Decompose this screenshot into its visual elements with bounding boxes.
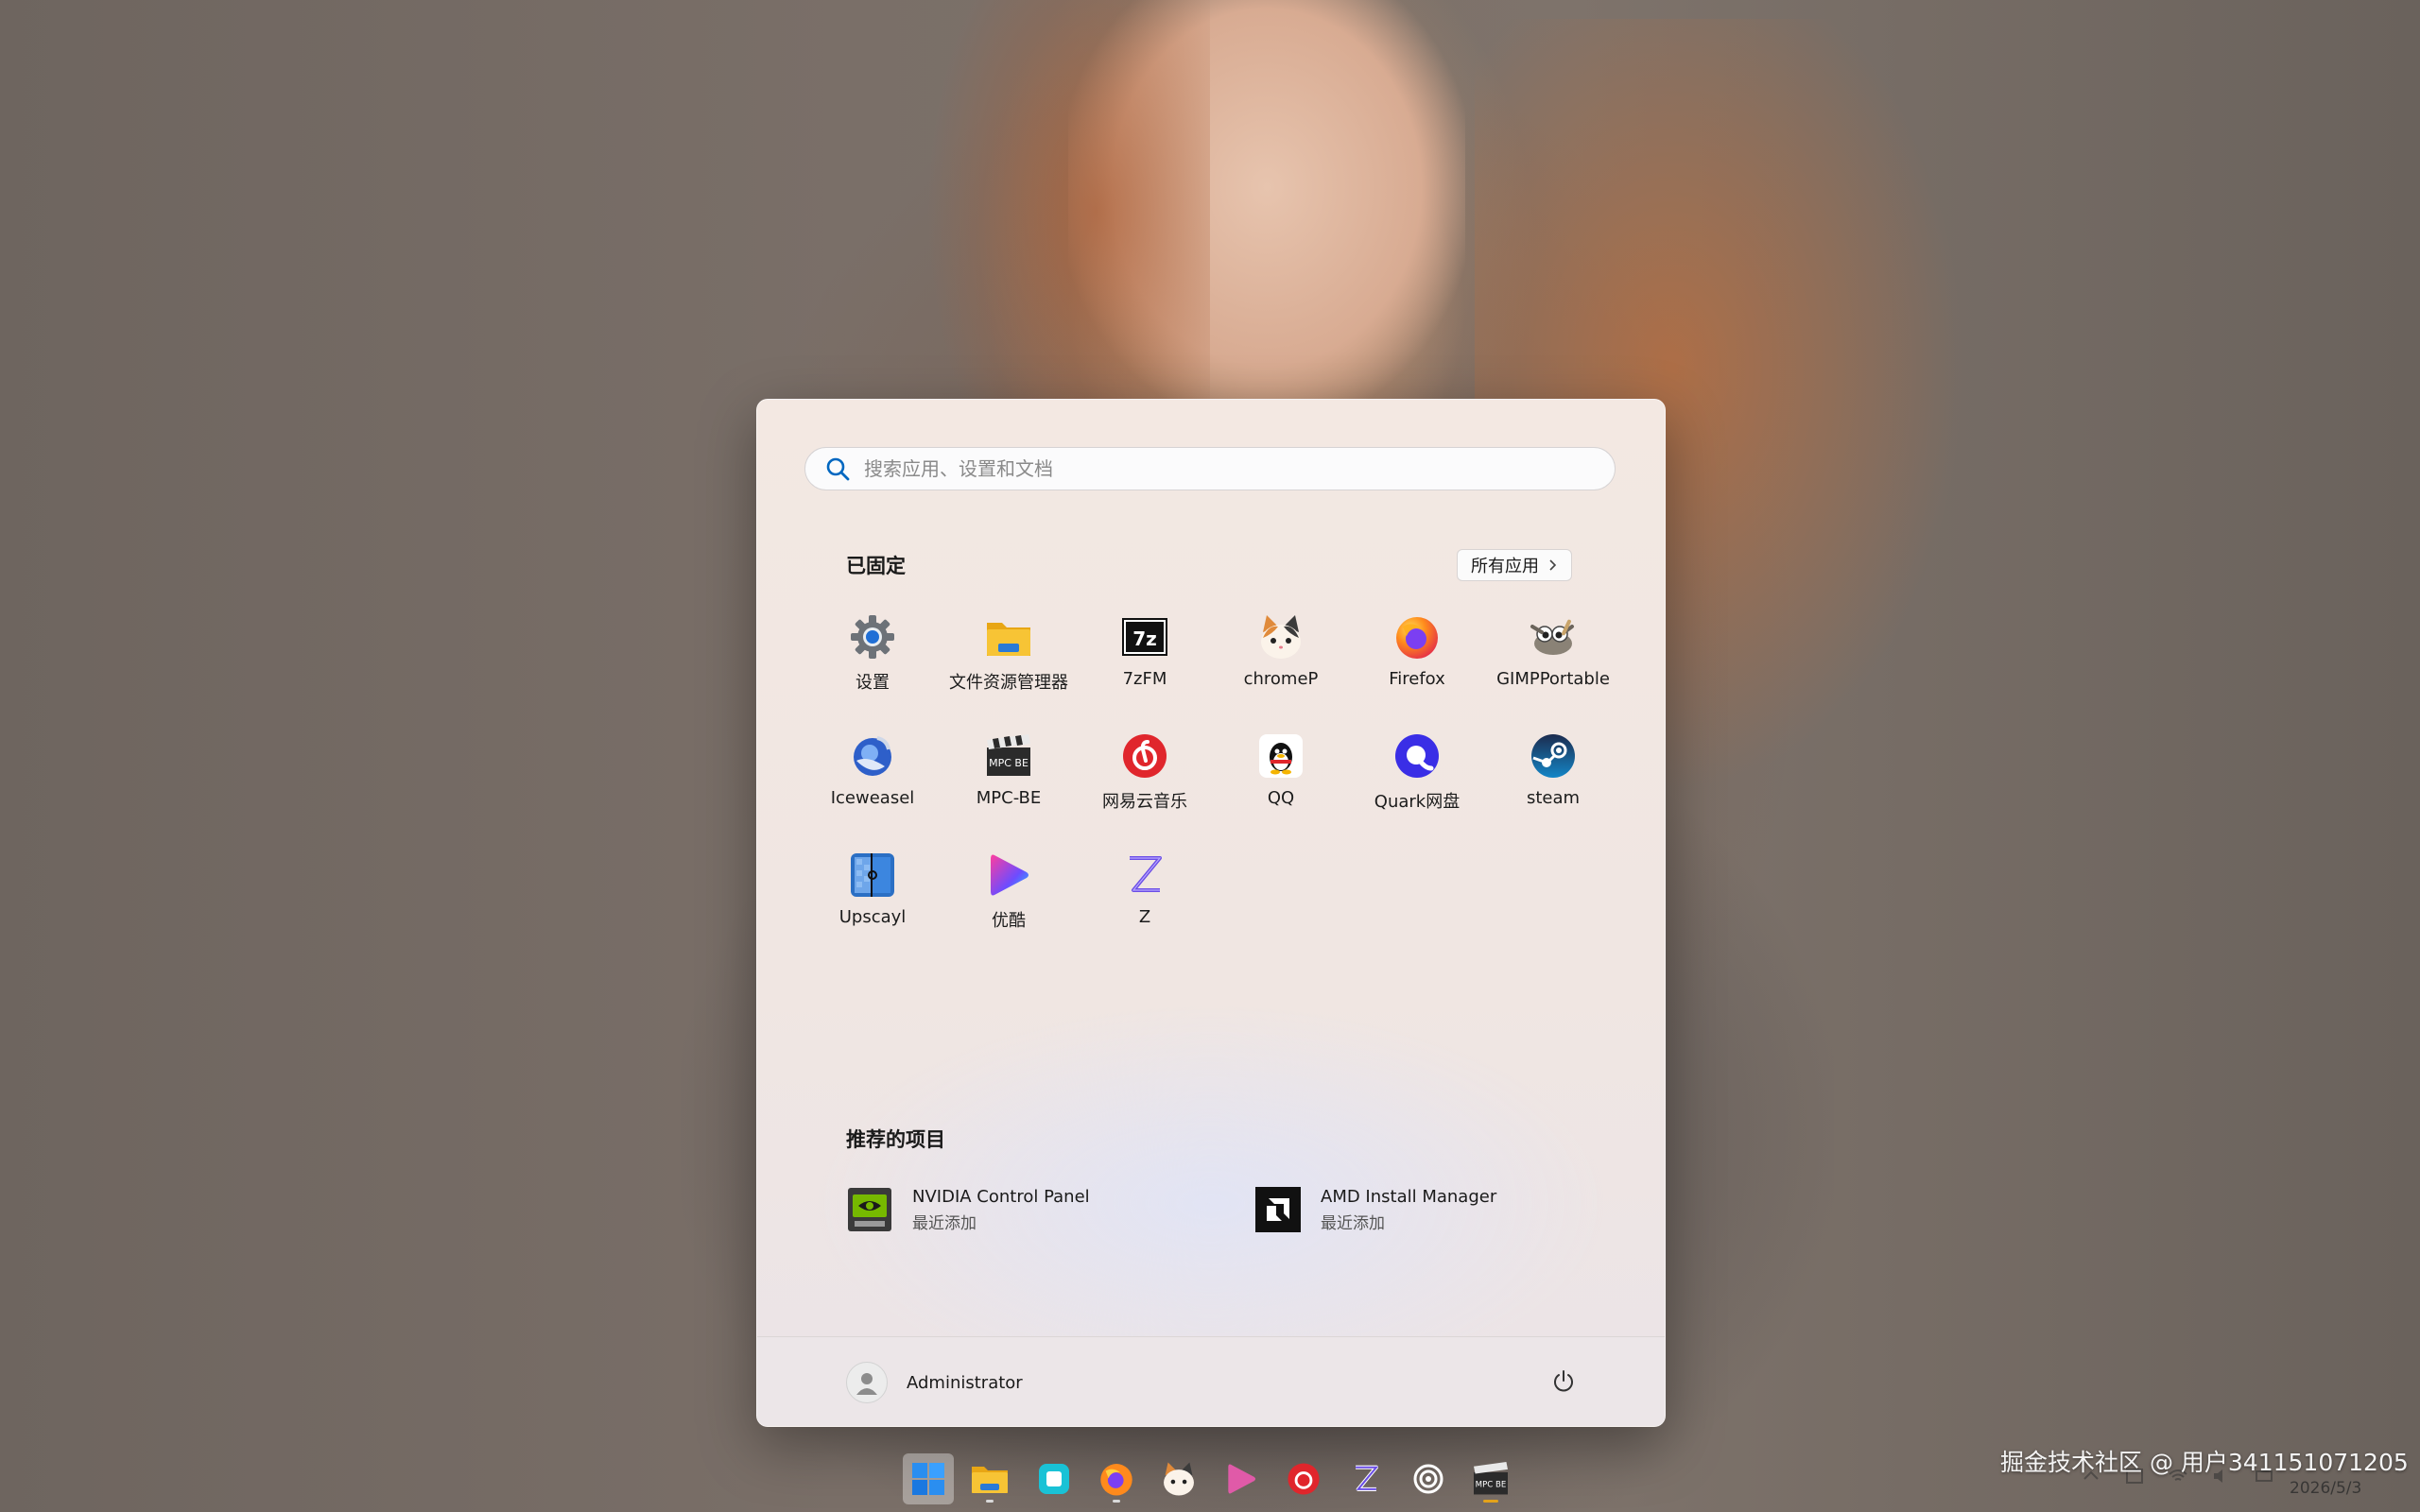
quark-icon [1392, 731, 1442, 781]
z-letter-icon [1120, 850, 1169, 900]
folder-icon [984, 612, 1033, 662]
app-label: 7zFM [1122, 669, 1167, 689]
start-menu-footer: Administrator [757, 1336, 1665, 1426]
pinned-app-chromep[interactable]: chromeP [1213, 603, 1349, 722]
qq-penguin-icon [1256, 731, 1305, 781]
pinned-app-gimpportable[interactable]: GIMPPortable [1485, 603, 1621, 722]
recommended-item-nvidia[interactable]: NVIDIA Control Panel 最近添加 [846, 1186, 1090, 1233]
youku-icon [984, 850, 1033, 900]
gimp-icon [1529, 612, 1578, 662]
iceweasel-icon [848, 731, 897, 781]
pinned-section-title: 已固定 [846, 555, 906, 577]
app-square-icon [1039, 1464, 1069, 1494]
taskbar-netease-music[interactable] [1278, 1453, 1329, 1504]
search-icon [826, 457, 850, 481]
app-label: 优酷 [992, 911, 1026, 931]
user-name: Administrator [907, 1372, 1023, 1393]
power-button[interactable] [1547, 1366, 1580, 1398]
pinned-app-file-explorer[interactable]: 文件资源管理器 [941, 603, 1077, 722]
pinned-app-iceweasel[interactable]: Iceweasel [804, 722, 941, 841]
svg-text:7z: 7z [1132, 627, 1157, 650]
taskbar-mpc-be[interactable]: MPC BE [1465, 1453, 1516, 1504]
pinned-app-quark[interactable]: Quark网盘 [1349, 722, 1485, 841]
app-label: 设置 [856, 673, 890, 693]
calico-cat-icon [1164, 1462, 1194, 1496]
pinned-app-upscayl[interactable]: Upscayl [804, 841, 941, 960]
app-label: QQ [1267, 788, 1295, 808]
recommended-section-title: 推荐的项目 [846, 1128, 945, 1151]
watermark-text: 掘金技术社区 @ 用户341151071205 [2000, 1449, 2409, 1476]
taskbar-z[interactable] [1340, 1453, 1392, 1504]
netease-music-icon [1120, 731, 1169, 781]
app-label: MPC-BE [976, 788, 1042, 808]
chevron-right-icon [1549, 559, 1557, 571]
all-apps-label: 所有应用 [1471, 557, 1539, 576]
steam-icon [1529, 731, 1578, 781]
taskbar-file-explorer[interactable] [964, 1453, 1015, 1504]
running-indicator [986, 1500, 994, 1503]
avatar [846, 1362, 888, 1403]
7zip-icon: 7z [1120, 612, 1169, 662]
netease-music-icon [1288, 1463, 1320, 1495]
app-label: 文件资源管理器 [949, 673, 1068, 693]
start-menu: 已固定 所有应用 [756, 399, 1666, 1427]
mpc-be-clapper-icon: MPC BE [984, 731, 1033, 781]
app-label: Upscayl [838, 907, 907, 927]
user-icon [856, 1373, 877, 1395]
pinned-app-mpc-be[interactable]: MPC BE MPC-BE [941, 722, 1077, 841]
pinned-app-steam[interactable]: steam [1485, 722, 1621, 841]
nvidia-icon [846, 1186, 893, 1233]
taskbar-firefox[interactable] [1091, 1453, 1142, 1504]
recommended-item-name: AMD Install Manager [1321, 1186, 1497, 1207]
search-box[interactable] [804, 447, 1616, 490]
svg-text:MPC BE: MPC BE [989, 757, 1028, 769]
app-label: Z [1138, 907, 1151, 927]
pinned-app-firefox[interactable]: Firefox [1349, 603, 1485, 722]
user-account-button[interactable]: Administrator [846, 1362, 1023, 1403]
windows-start-icon [912, 1463, 944, 1495]
app-label: GIMPPortable [1496, 669, 1610, 689]
app-label: Quark网盘 [1374, 792, 1461, 812]
app-label: Firefox [1389, 669, 1445, 689]
all-apps-button[interactable]: 所有应用 [1457, 549, 1572, 581]
taskbar-chromep[interactable] [1153, 1453, 1204, 1504]
active-indicator [1483, 1500, 1498, 1503]
z-letter-icon [1356, 1465, 1379, 1491]
taskbar-start-button[interactable] [903, 1453, 954, 1504]
app-label: steam [1526, 788, 1581, 808]
firefox-icon [1392, 612, 1442, 662]
recommended-item-subtitle: 最近添加 [912, 1213, 977, 1233]
svg-text:MPC BE: MPC BE [1476, 1481, 1507, 1490]
youku-icon [1228, 1464, 1256, 1494]
pinned-app-qq[interactable]: QQ [1213, 722, 1349, 841]
calico-cat-icon [1256, 612, 1305, 662]
taskbar-target-app[interactable] [1403, 1453, 1454, 1504]
settings-gear-icon [848, 612, 897, 662]
taskbar-youku[interactable] [1216, 1453, 1267, 1504]
app-label: chromeP [1243, 669, 1319, 689]
file-explorer-icon [972, 1467, 1008, 1493]
power-icon [1554, 1370, 1573, 1392]
firefox-icon [1100, 1464, 1132, 1496]
pinned-apps-grid: 设置 文件资源管理器 7z 7zFM chromeP Firefox GIMPP… [804, 603, 1621, 960]
app-label: 网易云音乐 [1102, 792, 1187, 812]
taskbar-app-square[interactable] [1028, 1453, 1080, 1504]
amd-icon [1254, 1186, 1302, 1233]
recommended-item-subtitle: 最近添加 [1321, 1213, 1385, 1233]
search-input[interactable] [862, 456, 1615, 481]
pinned-app-youku[interactable]: 优酷 [941, 841, 1077, 960]
mpc-be-icon: MPC BE [1474, 1462, 1508, 1495]
pinned-app-settings[interactable]: 设置 [804, 603, 941, 722]
clock-date[interactable]: 2026/5/3 [2290, 1479, 2361, 1498]
upscayl-icon [848, 850, 897, 900]
target-circle-icon [1413, 1464, 1443, 1494]
recommended-item-amd[interactable]: AMD Install Manager 最近添加 [1254, 1186, 1496, 1233]
pinned-app-7zfm[interactable]: 7z 7zFM [1077, 603, 1213, 722]
pinned-app-z[interactable]: Z [1077, 841, 1213, 960]
recommended-item-name: NVIDIA Control Panel [912, 1186, 1090, 1207]
app-label: Iceweasel [830, 788, 915, 808]
pinned-app-netease-music[interactable]: 网易云音乐 [1077, 722, 1213, 841]
running-indicator [1113, 1500, 1120, 1503]
